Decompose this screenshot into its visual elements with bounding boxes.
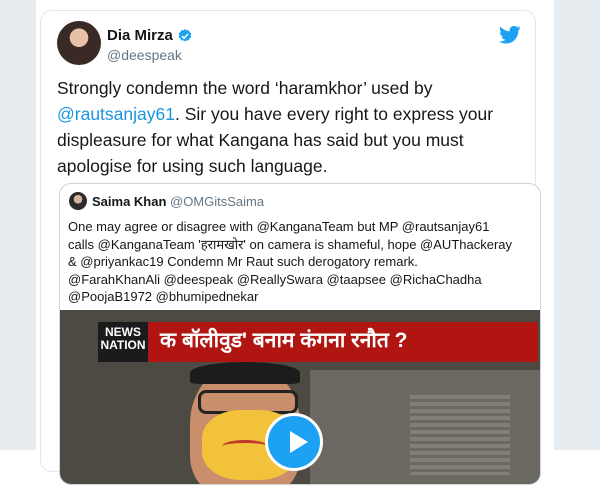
person-hair <box>190 362 300 384</box>
mention-link[interactable]: @rautsanjay61 <box>57 104 175 124</box>
verified-badge-icon <box>178 28 192 42</box>
page-background-left <box>0 0 36 450</box>
tweet-card[interactable]: Dia Mirza @deespeak Strongly condemn the… <box>40 10 541 485</box>
quoted-avatar[interactable] <box>69 192 87 210</box>
quoted-author-name[interactable]: Saima Khan <box>92 194 166 209</box>
quoted-author-handle[interactable]: @OMGitsSaima <box>170 194 264 209</box>
tweet-text: Strongly condemn the word ‘haramkhor’ us… <box>57 75 527 179</box>
author-handle[interactable]: @deespeak <box>107 47 182 63</box>
background-shutter <box>410 395 510 475</box>
quoted-tweet-text: One may agree or disagree with @KanganaT… <box>68 219 513 305</box>
twitter-bird-icon[interactable] <box>499 25 521 45</box>
page-background-right <box>554 0 600 450</box>
author-name-row: Dia Mirza <box>107 27 193 44</box>
avatar[interactable] <box>57 21 101 65</box>
news-logo: NEWS NATION <box>98 322 148 362</box>
quoted-tweet[interactable]: Saima Khan @OMGitsSaima One may agree or… <box>59 183 541 485</box>
play-button[interactable] <box>265 413 323 471</box>
video-thumbnail[interactable]: NEWS NATION क बॉलीवुड' बनाम कंगना रनौत ? <box>60 310 540 484</box>
news-headline: क बॉलीवुड' बनाम कंगना रनौत ? <box>160 329 408 352</box>
tweet-text-part1: Strongly condemn the word ‘haramkhor’ us… <box>57 78 433 98</box>
author-name[interactable]: Dia Mirza <box>107 27 173 44</box>
